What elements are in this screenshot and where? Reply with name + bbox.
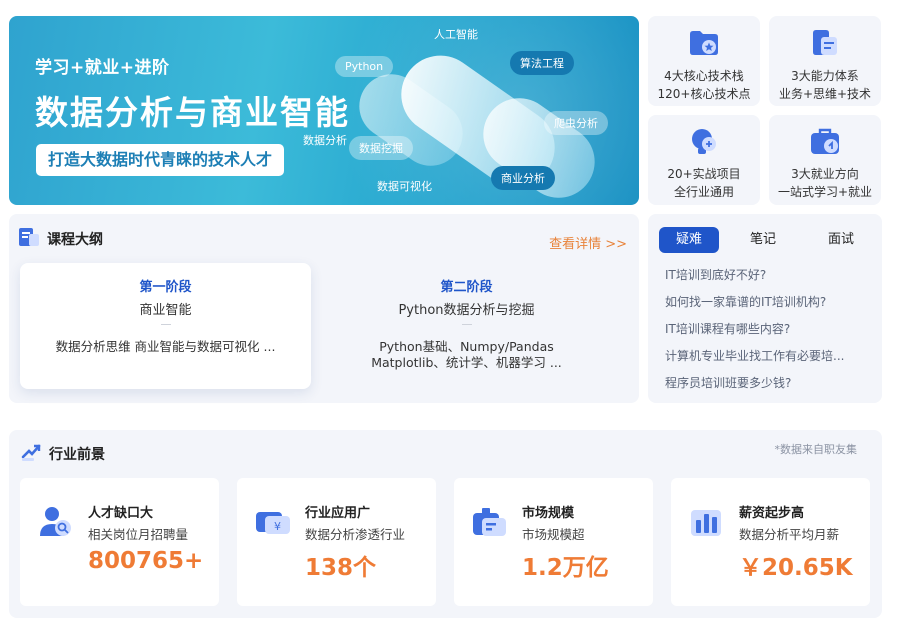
tile-line2: 120+核心技术点: [657, 87, 751, 101]
view-details-link[interactable]: 查看详情 >>: [549, 233, 627, 252]
stat-subtitle: 相关岗位月招聘量: [88, 527, 189, 542]
banner-tag: Python: [335, 56, 394, 77]
stage-desc: Python基础、Numpy/Pandas Matplotlib、统计学、机器学…: [371, 339, 562, 370]
tile-line2: 一站式学习+就业: [777, 185, 873, 199]
prospects-title: 行业前景: [49, 447, 105, 463]
stat-title: 人才缺口大: [88, 506, 154, 521]
folder-star-icon: [688, 28, 720, 62]
banner-tag: 数据挖掘: [349, 136, 413, 160]
banner-tag: 算法工程: [510, 51, 574, 75]
document-folder-icon: [810, 28, 840, 62]
industry-prospects-panel: 行业前景 *数据来自职友集 人才缺口大 相关岗位月招聘量 800765+ ¥ 行…: [9, 430, 882, 618]
banner-slogan: 打造大数据时代青睐的技术人才: [36, 144, 285, 176]
feature-tile-projects[interactable]: 20+实战项目 全行业通用: [648, 115, 760, 205]
course-outline-panel: 课程大纲 查看详情 >> 第一阶段 商业智能 数据分析思维 商业智能与数据可视化…: [9, 214, 639, 403]
faq-panel: 疑难 笔记 面试 IT培训到底好不好? 如何找一家靠谱的IT培训机构? IT培训…: [648, 214, 882, 403]
data-source-note: *数据来自职友集: [774, 443, 858, 456]
tab-notes[interactable]: 笔记: [733, 227, 793, 253]
stage-card-1[interactable]: 第一阶段 商业智能 数据分析思维 商业智能与数据可视化 ...: [20, 263, 311, 389]
stage-card-2[interactable]: 第二阶段 Python数据分析与挖掘 Python基础、Numpy/Pandas…: [321, 263, 612, 389]
stage-subtitle: Python数据分析与挖掘: [398, 303, 535, 318]
outline-header: 课程大纲: [19, 228, 103, 250]
faq-question[interactable]: IT培训到底好不好?: [665, 266, 865, 283]
id-card-icon: [472, 504, 508, 544]
stage-name: 第一阶段: [139, 280, 192, 295]
feature-tile-career[interactable]: 3大就业方向 一站式学习+就业: [769, 115, 881, 205]
tab-interview[interactable]: 面试: [811, 227, 871, 253]
banner-tag: 爬虫分析: [544, 111, 608, 135]
stat-title: 市场规模: [522, 506, 575, 521]
tile-line1: 20+实战项目: [667, 167, 741, 181]
stage-desc: 数据分析思维 商业智能与数据可视化 ...: [55, 339, 276, 354]
stage-subtitle: 商业智能: [139, 303, 192, 318]
stat-card-market-size: 市场规模 市场规模超 1.2万亿: [454, 478, 653, 606]
svg-text:¥: ¥: [274, 520, 281, 533]
stat-value: 1.2万亿: [522, 555, 609, 581]
tab-difficult[interactable]: 疑难: [659, 227, 719, 253]
stat-card-talent-gap: 人才缺口大 相关岗位月招聘量 800765+: [20, 478, 219, 606]
tile-line2: 业务+思维+技术: [778, 87, 872, 101]
banner-title: 数据分析与商业智能: [35, 93, 350, 132]
stage-divider: [461, 324, 472, 325]
feature-tile-tech-stack[interactable]: 4大核心技术栈 120+核心技术点: [648, 16, 760, 106]
tile-line1: 4大核心技术栈: [664, 69, 744, 83]
banner-tag: 商业分析: [491, 166, 555, 190]
tile-line2: 全行业通用: [673, 185, 734, 199]
stage-divider: [160, 324, 171, 325]
faq-question[interactable]: 如何找一家靠谱的IT培训机构?: [665, 293, 865, 310]
outline-title: 课程大纲: [47, 232, 103, 248]
stat-value: 800765+: [88, 548, 204, 574]
banner-tag: 人工智能: [434, 28, 478, 41]
banner-tagline: 学习+就业+进阶: [35, 58, 170, 78]
stat-subtitle: 市场规模超: [522, 527, 585, 542]
stat-subtitle: 数据分析渗透行业: [305, 527, 406, 542]
user-search-icon: [38, 504, 74, 544]
tile-line1: 3大就业方向: [791, 167, 859, 181]
faq-question[interactable]: IT培训课程有哪些内容?: [665, 320, 865, 337]
briefcase-icon: [809, 127, 841, 161]
banner-tag: 数据分析: [303, 134, 347, 147]
stat-value: 138个: [305, 555, 377, 581]
prospects-header: 行业前景: [21, 443, 105, 465]
stat-subtitle: 数据分析平均月薪: [739, 527, 840, 542]
stat-title: 薪资起步高: [739, 506, 805, 521]
stat-card-industry-coverage: ¥ 行业应用广 数据分析渗透行业 138个: [237, 478, 436, 606]
stat-card-salary: 薪资起步高 数据分析平均月薪 ￥20.65K: [671, 478, 870, 606]
faq-question[interactable]: 计算机专业毕业找工作有必要培...: [665, 347, 865, 364]
lightbulb-icon: [689, 127, 719, 161]
outline-icon: [19, 228, 39, 250]
faq-tabs: 疑难 笔记 面试: [659, 227, 889, 253]
stat-value: ￥20.65K: [739, 555, 853, 581]
trending-icon: [21, 443, 41, 465]
stage-name: 第二阶段: [440, 280, 493, 295]
yen-card-icon: ¥: [255, 504, 291, 544]
faq-question[interactable]: 程序员培训班要多少钱?: [665, 374, 865, 391]
feature-tile-ability-system[interactable]: 3大能力体系 业务+思维+技术: [769, 16, 881, 106]
hero-banner[interactable]: 学习+就业+进阶 数据分析与商业智能 打造大数据时代青睐的技术人才 人工智能 P…: [9, 16, 639, 205]
bar-chart-icon: [689, 504, 725, 544]
tile-line1: 3大能力体系: [791, 69, 859, 83]
banner-tag: 数据可视化: [377, 180, 432, 193]
stat-title: 行业应用广: [305, 506, 371, 521]
